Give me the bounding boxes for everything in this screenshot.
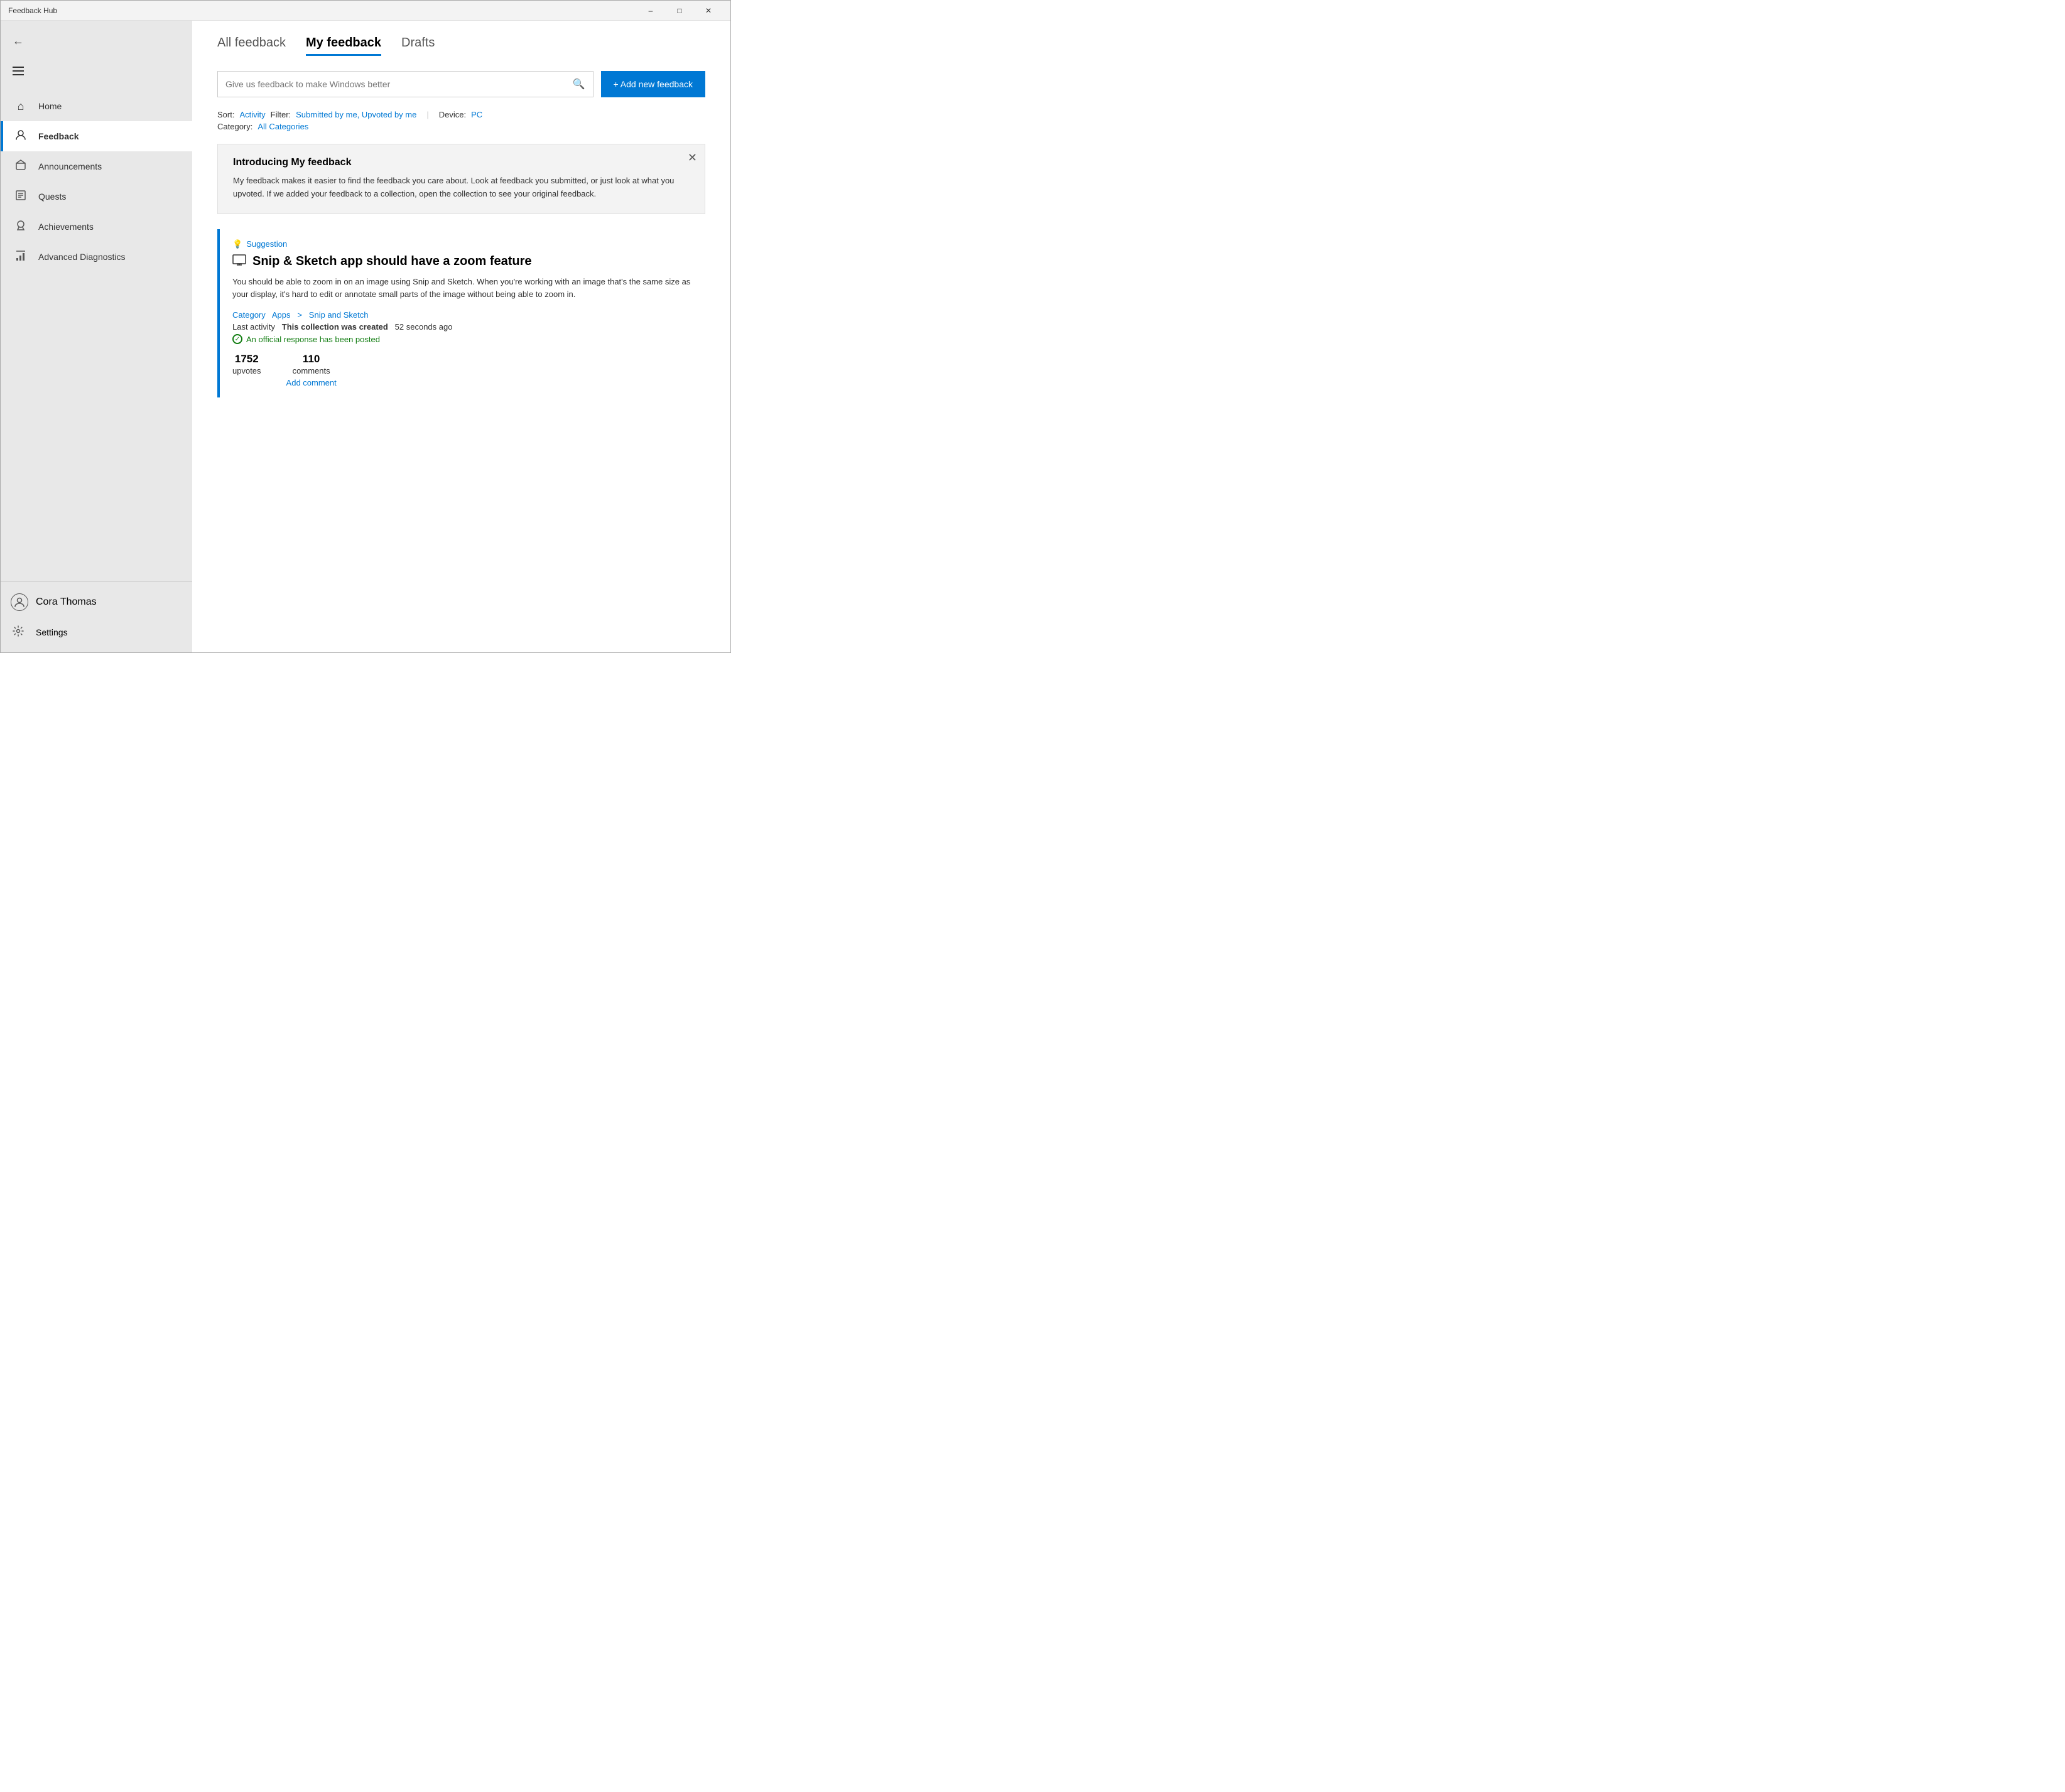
tabs: All feedback My feedback Drafts bbox=[217, 36, 705, 56]
feedback-category: Category Apps > Snip and Sketch bbox=[232, 310, 693, 320]
info-box-body: My feedback makes it easier to find the … bbox=[233, 175, 690, 201]
category-app-link[interactable]: Apps bbox=[272, 310, 291, 320]
tab-all-feedback[interactable]: All feedback bbox=[217, 36, 286, 56]
response-text: An official response has been posted bbox=[246, 335, 380, 344]
sort-value[interactable]: Activity bbox=[239, 110, 265, 119]
suggestion-icon: 💡 bbox=[232, 239, 242, 249]
category-app2-link[interactable]: Snip and Sketch bbox=[309, 310, 369, 320]
search-row: 🔍 + Add new feedback bbox=[217, 71, 705, 97]
sort-label: Sort: bbox=[217, 110, 234, 119]
info-box-title: Introducing My feedback bbox=[233, 157, 690, 168]
feedback-type-label: Suggestion bbox=[246, 239, 287, 249]
back-arrow-icon: ← bbox=[13, 35, 24, 48]
advanced-diagnostics-icon bbox=[13, 249, 28, 265]
feedback-type: 💡 Suggestion bbox=[232, 239, 693, 249]
hamburger-line-1 bbox=[13, 67, 24, 68]
feedback-item: 💡 Suggestion Snip & Sketch app should ha… bbox=[217, 229, 705, 398]
minimize-button[interactable]: – bbox=[636, 1, 665, 21]
main-content: All feedback My feedback Drafts 🔍 + Add … bbox=[192, 21, 730, 652]
app-body: ← ⌂ Home Feedback bbox=[1, 21, 730, 652]
comments-label: comments bbox=[293, 366, 330, 375]
filter-row: Sort: Activity Filter: Submitted by me, … bbox=[217, 110, 705, 119]
activity-text: This collection was created bbox=[282, 322, 388, 332]
sidebar-item-feedback[interactable]: Feedback bbox=[1, 121, 192, 151]
feedback-title-icon bbox=[232, 254, 246, 269]
add-new-feedback-button[interactable]: + Add new feedback bbox=[601, 71, 706, 97]
settings-item[interactable]: Settings bbox=[1, 617, 192, 647]
activity-label: Last activity bbox=[232, 322, 275, 332]
info-box-close-button[interactable]: ✕ bbox=[688, 152, 697, 163]
feedback-stats: 1752 upvotes 110 comments Add comment bbox=[232, 353, 693, 387]
hamburger-line-3 bbox=[13, 74, 24, 75]
comments-count: 110 bbox=[286, 353, 337, 365]
title-bar-controls: – □ ✕ bbox=[636, 1, 723, 21]
sidebar-item-quests-label: Quests bbox=[38, 192, 66, 202]
feedback-icon bbox=[13, 129, 28, 144]
category-label: Category: bbox=[217, 122, 252, 131]
tab-drafts[interactable]: Drafts bbox=[401, 36, 435, 56]
maximize-button[interactable]: □ bbox=[665, 1, 694, 21]
quests-icon bbox=[13, 189, 28, 205]
avatar bbox=[11, 593, 28, 611]
feedback-activity: Last activity This collection was create… bbox=[232, 322, 693, 332]
info-box: Introducing My feedback My feedback make… bbox=[217, 144, 705, 214]
hamburger-line-2 bbox=[13, 70, 24, 72]
announcements-icon bbox=[13, 159, 28, 175]
feedback-title[interactable]: Snip & Sketch app should have a zoom fea… bbox=[232, 254, 693, 269]
feedback-body: You should be able to zoom in on an imag… bbox=[232, 276, 693, 302]
sidebar-nav: ⌂ Home Feedback bbox=[1, 91, 192, 581]
back-button[interactable]: ← bbox=[6, 28, 31, 53]
settings-icon bbox=[11, 625, 26, 640]
settings-label: Settings bbox=[36, 627, 68, 637]
device-value[interactable]: PC bbox=[471, 110, 482, 119]
response-check-icon: ✓ bbox=[232, 334, 242, 344]
filter-label: Filter: bbox=[271, 110, 291, 119]
user-profile[interactable]: Cora Thomas bbox=[1, 587, 192, 617]
search-box: 🔍 bbox=[217, 71, 593, 97]
close-button[interactable]: ✕ bbox=[694, 1, 723, 21]
tab-my-feedback[interactable]: My feedback bbox=[306, 36, 381, 56]
category-value[interactable]: All Categories bbox=[257, 122, 308, 131]
hamburger-button[interactable] bbox=[6, 58, 31, 84]
upvotes-stat: 1752 upvotes bbox=[232, 353, 261, 377]
add-comment-link[interactable]: Add comment bbox=[286, 378, 337, 387]
category-row: Category: All Categories bbox=[217, 122, 705, 131]
comments-stat: 110 comments Add comment bbox=[286, 353, 337, 387]
sidebar-item-home[interactable]: ⌂ Home bbox=[1, 91, 192, 121]
feedback-title-text: Snip & Sketch app should have a zoom fea… bbox=[252, 254, 532, 269]
home-icon: ⌂ bbox=[13, 100, 28, 113]
device-label: Device: bbox=[439, 110, 466, 119]
feedback-response[interactable]: ✓ An official response has been posted bbox=[232, 334, 693, 344]
title-bar-title: Feedback Hub bbox=[8, 6, 636, 15]
sidebar-item-achievements[interactable]: Achievements bbox=[1, 212, 192, 242]
sidebar-item-advanced-diagnostics-label: Advanced Diagnostics bbox=[38, 252, 126, 262]
title-bar: Feedback Hub – □ ✕ bbox=[1, 1, 730, 21]
search-input[interactable] bbox=[225, 79, 568, 89]
sidebar-item-quests[interactable]: Quests bbox=[1, 181, 192, 212]
sidebar-bottom: Cora Thomas Settings bbox=[1, 581, 192, 652]
search-icon: 🔍 bbox=[573, 78, 585, 90]
sidebar-item-announcements-label: Announcements bbox=[38, 161, 102, 171]
upvotes-count: 1752 bbox=[232, 353, 261, 365]
category-separator: > bbox=[297, 310, 302, 320]
sidebar-item-achievements-label: Achievements bbox=[38, 222, 94, 232]
filter-value[interactable]: Submitted by me, Upvoted by me bbox=[296, 110, 416, 119]
sidebar-item-advanced-diagnostics[interactable]: Advanced Diagnostics bbox=[1, 242, 192, 272]
sidebar-item-feedback-label: Feedback bbox=[38, 131, 79, 141]
sidebar-item-home-label: Home bbox=[38, 101, 62, 111]
category-meta-label: Category bbox=[232, 310, 266, 320]
achievements-icon bbox=[13, 219, 28, 235]
sidebar-item-announcements[interactable]: Announcements bbox=[1, 151, 192, 181]
upvotes-label: upvotes bbox=[232, 366, 261, 375]
user-name: Cora Thomas bbox=[36, 596, 97, 608]
sidebar: ← ⌂ Home Feedback bbox=[1, 21, 192, 652]
activity-time: 52 seconds ago bbox=[395, 322, 453, 332]
filter-divider: | bbox=[426, 110, 428, 119]
